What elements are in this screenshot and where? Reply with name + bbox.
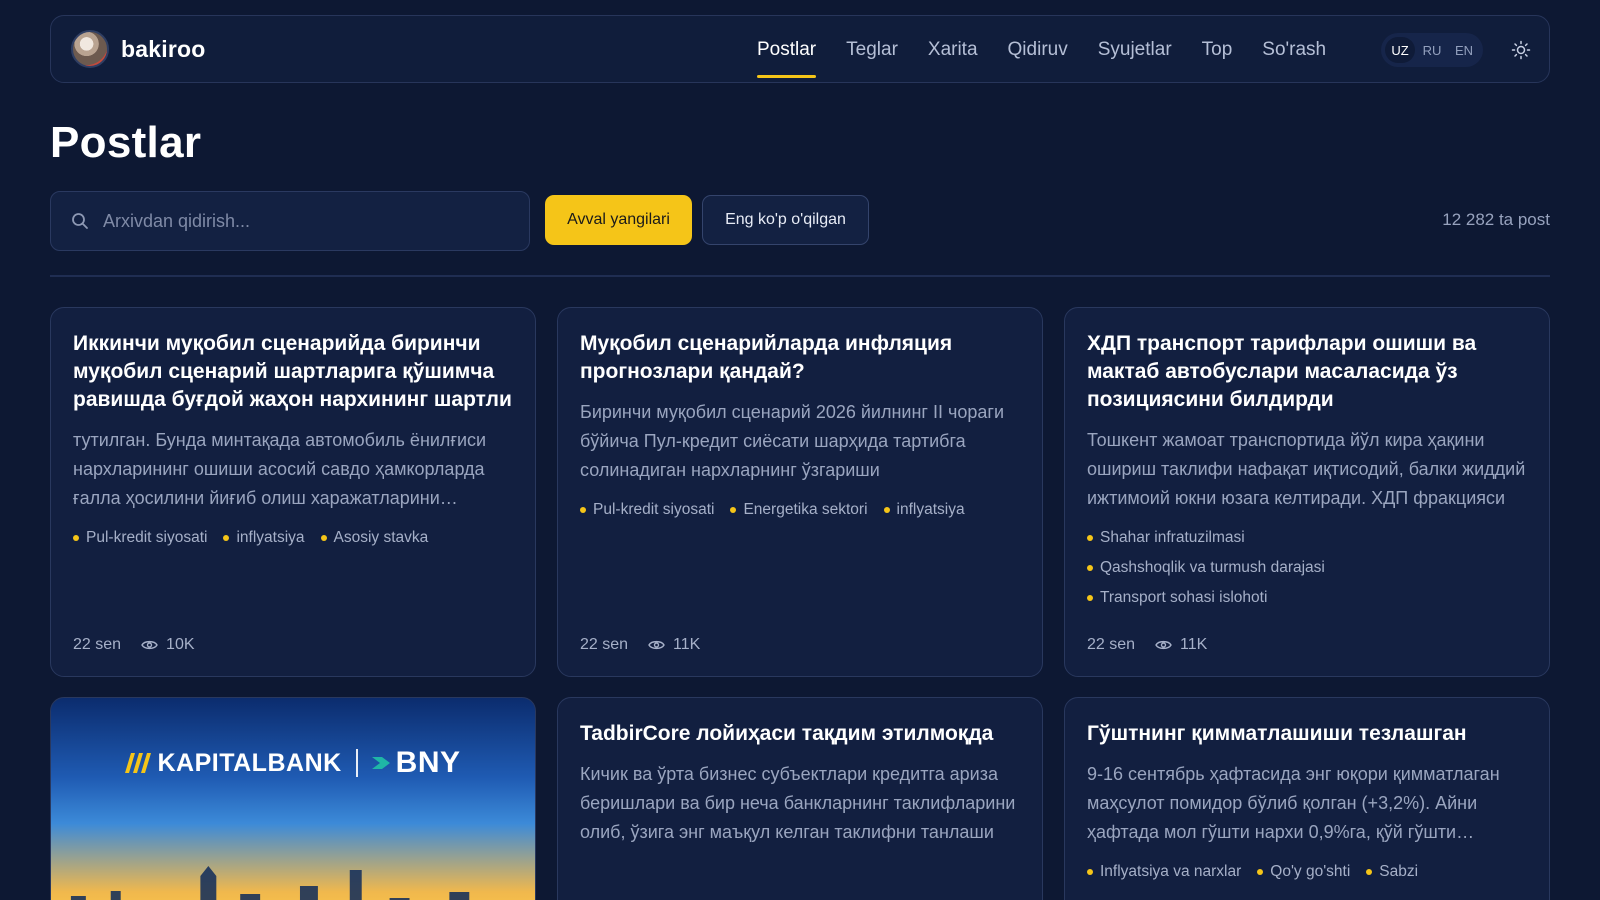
nav-item-sorash[interactable]: So'rash (1262, 16, 1326, 84)
nav-item-xarita[interactable]: Xarita (928, 16, 978, 84)
tag-list: Pul-kredit siyosati Energetika sektori i… (580, 495, 1020, 525)
avatar (71, 30, 109, 68)
sort-most-read-button[interactable]: Eng ko'p o'qilgan (702, 195, 869, 245)
nav-item-syujetlar[interactable]: Syujetlar (1098, 16, 1172, 84)
post-excerpt: Тошкент жамоат транспортида йўл кира ҳақ… (1087, 430, 1526, 508)
post-card[interactable]: Муқобил сценарийларда инфляция прогнозла… (557, 307, 1043, 677)
post-title[interactable]: ХДП транспорт тарифлари ошиши ва мактаб … (1087, 330, 1527, 414)
post-card[interactable]: ХДП транспорт тарифлари ошиши ва мактаб … (1064, 307, 1550, 677)
post-card[interactable]: Иккинчи муқобил сценарийда биринчи муқоб… (50, 307, 536, 677)
post-card[interactable]: TadbirCore лойиҳаси тақдим этилмоқда Кич… (557, 697, 1043, 900)
main-nav: Postlar Teglar Xarita Qidiruv Syujetlar … (757, 16, 1356, 84)
search-input[interactable] (103, 210, 503, 232)
post-views: 11K (1155, 636, 1207, 654)
nav-item-postlar[interactable]: Postlar (757, 16, 817, 84)
post-views: 11K (648, 636, 700, 654)
post-meta: 22 sen 11K (580, 636, 700, 654)
tag-list: Inflyatsiya va narxlar Qo'y go'shti Sabz… (1087, 857, 1527, 887)
post-excerpt: Кичик ва ўрта бизнес субъектлари кредитг… (580, 764, 1016, 842)
post-count: 12 282 ta post (1442, 210, 1550, 229)
post-title[interactable]: TadbirCore лойиҳаси тақдим этилмоқда (580, 720, 1020, 748)
post-date: 22 sen (73, 636, 122, 653)
language-switcher: UZ RU EN (1381, 33, 1483, 67)
logo-left: KAPITALBANK (157, 748, 342, 777)
post-excerpt: Биринчи муқобил сценарий 2026 йилнинг II… (580, 402, 1005, 480)
tag-list: Shahar infratuzilmasi Qashshoqlik va tur… (1087, 523, 1527, 613)
divider (50, 275, 1550, 277)
search-icon (72, 213, 88, 229)
post-meta: 22 sen 11K (1087, 636, 1207, 654)
nav-item-qidiruv[interactable]: Qidiruv (1008, 16, 1068, 84)
top-header: bakiroo Postlar Teglar Xarita Qidiruv Sy… (50, 15, 1550, 83)
post-date: 22 sen (580, 636, 629, 653)
tag[interactable]: inflyatsiya (884, 495, 965, 525)
tag[interactable]: Transport sohasi islohoti (1087, 583, 1511, 613)
post-meta: 22 sen 10K (73, 636, 195, 654)
sort-newest-button[interactable]: Avval yangilari (545, 195, 692, 245)
post-excerpt: 9-16 сентябрь ҳафтасида энг юқори қиммат… (1087, 764, 1500, 842)
views-count: 11K (673, 636, 701, 653)
lang-uz[interactable]: UZ (1385, 37, 1415, 63)
tag[interactable]: Pul-kredit siyosati (580, 495, 714, 525)
logo-right: BNY (395, 746, 461, 779)
brand-name: bakiroo (121, 35, 206, 62)
tag[interactable]: Inflyatsiya va narxlar (1087, 857, 1241, 887)
eye-icon (648, 640, 665, 650)
post-title[interactable]: Гўштнинг қимматлашиши тезлашган (1087, 720, 1527, 748)
post-card-image[interactable]: KAPITALBANK BNY (50, 697, 536, 900)
bny-logo-icon (371, 757, 390, 769)
views-count: 10K (166, 636, 195, 653)
kapitalbank-logo-icon (125, 753, 152, 773)
brand[interactable]: bakiroo (71, 30, 205, 68)
lang-en[interactable]: EN (1449, 37, 1479, 63)
views-count: 11K (1180, 636, 1208, 653)
nav-item-teglar[interactable]: Teglar (846, 16, 898, 84)
tag[interactable]: Qo'y go'shti (1257, 857, 1350, 887)
cover-image: KAPITALBANK BNY (51, 746, 535, 780)
city-skyline (70, 866, 470, 900)
eye-icon (1155, 640, 1172, 650)
lang-ru[interactable]: RU (1417, 37, 1447, 63)
post-title[interactable]: Иккинчи муқобил сценарийда биринчи муқоб… (73, 330, 513, 414)
tag-list: Pul-kredit siyosati inflyatsiya Asosiy s… (73, 523, 513, 553)
tag[interactable]: Asosiy stavka (321, 523, 429, 553)
page-title: Postlar (50, 118, 202, 167)
post-date: 22 sen (1087, 636, 1136, 653)
tag[interactable]: Energetika sektori (730, 495, 867, 525)
logo-separator (355, 749, 358, 777)
tag[interactable]: Pul-kredit siyosati (73, 523, 207, 553)
tag[interactable]: inflyatsiya (223, 523, 304, 553)
post-excerpt: тутилган. Бунда минтақада автомобиль ёни… (73, 430, 487, 508)
tag[interactable]: Sabzi (1366, 857, 1418, 887)
post-views: 10K (141, 636, 195, 654)
tag[interactable]: Shahar infratuzilmasi (1087, 523, 1511, 553)
post-card[interactable]: Гўштнинг қимматлашиши тезлашган 9-16 сен… (1064, 697, 1550, 900)
sun-icon[interactable] (1511, 40, 1531, 60)
nav-item-top[interactable]: Top (1202, 16, 1233, 84)
post-title[interactable]: Муқобил сценарийларда инфляция прогнозла… (580, 330, 1020, 386)
search-box (50, 191, 530, 251)
tag[interactable]: Qashshoqlik va turmush darajasi (1087, 553, 1511, 583)
eye-icon (141, 640, 158, 650)
